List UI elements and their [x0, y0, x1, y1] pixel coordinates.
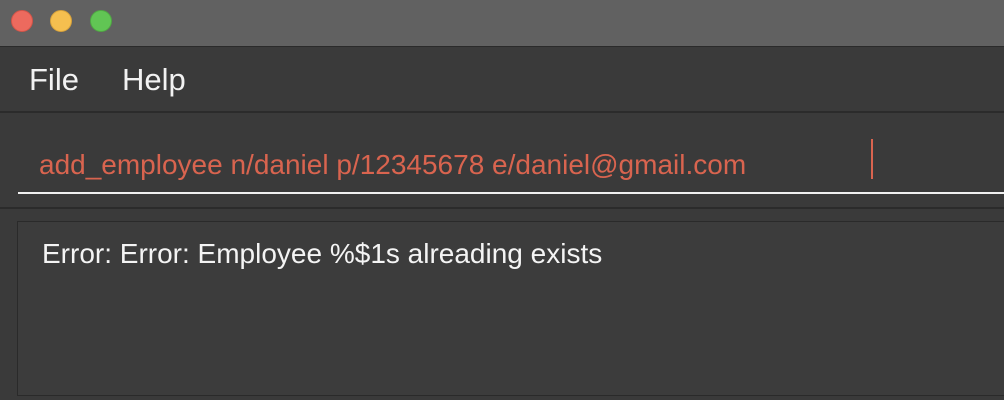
text-caret — [871, 139, 873, 179]
close-window-icon[interactable] — [11, 10, 33, 32]
menu-file[interactable]: File — [29, 63, 79, 97]
command-input[interactable] — [18, 138, 1004, 194]
menu-help[interactable]: Help — [122, 63, 186, 97]
result-message: Error: Error: Employee %$1s alreading ex… — [42, 238, 603, 269]
menu-bar: File Help — [0, 47, 1004, 113]
maximize-window-icon[interactable] — [90, 10, 112, 32]
command-box-panel — [0, 113, 1004, 209]
result-display-box[interactable]: Error: Error: Employee %$1s alreading ex… — [17, 221, 1004, 396]
minimize-window-icon[interactable] — [50, 10, 72, 32]
title-bar[interactable] — [0, 0, 1004, 47]
app-window: File Help Error: Error: Employee %$1s al… — [0, 0, 1004, 400]
result-panel: Error: Error: Employee %$1s alreading ex… — [0, 209, 1004, 400]
